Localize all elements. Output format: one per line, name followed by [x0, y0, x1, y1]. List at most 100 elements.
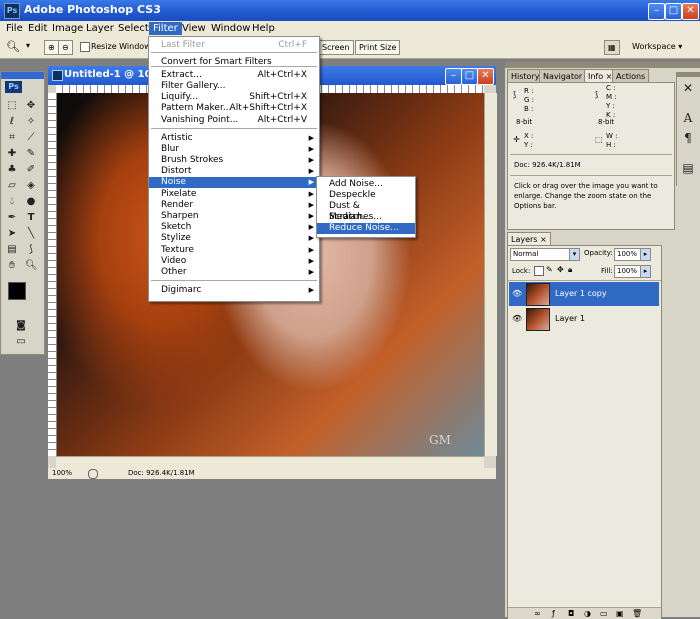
noise-menu-item-dust-scratches[interactable]: Dust & Scratches...	[317, 201, 415, 222]
magic-wand-tool-icon[interactable]: ✧	[25, 116, 37, 128]
filter-menu-item-blur[interactable]: Blur ▶	[149, 144, 319, 155]
doc-close-button[interactable]: ✕	[477, 68, 494, 85]
filter-menu-item-texture[interactable]: Texture ▶	[149, 245, 319, 256]
hand-tool-icon[interactable]: ✋︎	[6, 260, 18, 272]
filter-menu-item-pattern-maker[interactable]: Pattern Maker... Alt+Shift+Ctrl+X	[149, 103, 319, 114]
layer-row-layer-1[interactable]: 👁︎ Layer 1	[509, 307, 659, 331]
filter-menu-item-convert-for-smart-filters[interactable]: Convert for Smart Filters	[149, 57, 319, 68]
noise-menu-item-median[interactable]: Median...	[317, 212, 415, 223]
marquee-tool-icon[interactable]: ⬚	[6, 100, 18, 112]
filter-menu-item-artistic[interactable]: Artistic ▶	[149, 133, 319, 144]
workspace-menu[interactable]: Workspace ▾	[632, 42, 682, 51]
resize-windows-checkbox[interactable]	[80, 42, 90, 52]
menu-view[interactable]: View	[178, 22, 210, 35]
blur-tool-icon[interactable]: 💧︎	[6, 196, 18, 208]
quick-mask-icon[interactable]: ◙	[15, 320, 27, 332]
layer-style-icon[interactable]: ƒ	[552, 608, 555, 619]
opacity-slider-icon[interactable]: ▸	[640, 248, 651, 261]
minimize-button[interactable]: –	[648, 3, 665, 20]
layer-mask-icon[interactable]: ◘	[568, 608, 574, 619]
tab-history[interactable]: History	[507, 69, 544, 83]
noise-menu-item-reduce-noise[interactable]: Reduce Noise...	[317, 223, 415, 234]
filter-menu-item-render[interactable]: Render ▶	[149, 200, 319, 211]
filter-menu-item-vanishing-point[interactable]: Vanishing Point... Alt+Ctrl+V	[149, 115, 319, 126]
noise-menu-item-despeckle[interactable]: Despeckle	[317, 190, 415, 201]
paragraph-panel-icon[interactable]: ¶	[682, 132, 694, 144]
delete-layer-icon[interactable]: 🗑︎	[632, 608, 642, 619]
filter-menu-item-sharpen[interactable]: Sharpen ▶	[149, 211, 319, 222]
vertical-scrollbar[interactable]	[484, 93, 497, 456]
visibility-eye-icon[interactable]: 👁︎	[512, 289, 522, 298]
type-tool-icon[interactable]: T	[25, 212, 37, 224]
menu-select[interactable]: Select	[114, 22, 153, 35]
path-selection-tool-icon[interactable]: ➤	[6, 228, 18, 240]
menu-help[interactable]: Help	[248, 22, 279, 35]
clone-stamp-tool-icon[interactable]: ♣	[6, 164, 18, 176]
lock-pixels-icon[interactable]: ✎	[546, 265, 553, 274]
lock-position-icon[interactable]: ✥	[557, 265, 564, 274]
zoom-level[interactable]: 100%	[52, 468, 72, 479]
paint-bucket-tool-icon[interactable]: ◈	[25, 180, 37, 192]
chevron-down-icon[interactable]: ▾	[569, 248, 580, 261]
zoom-out-icon[interactable]: ⊖	[58, 40, 73, 55]
tools-palette-header[interactable]	[1, 72, 44, 79]
lock-transparency-icon[interactable]	[534, 266, 544, 276]
fill-input[interactable]: 100%	[614, 265, 642, 278]
tab-layers[interactable]: Layers ×	[507, 232, 551, 246]
brushes-icon[interactable]: ▦	[604, 40, 620, 55]
link-layers-icon[interactable]: ∞	[534, 608, 541, 619]
eraser-tool-icon[interactable]: ▱	[6, 180, 18, 192]
filter-menu-item-stylize[interactable]: Stylize ▶	[149, 233, 319, 244]
filter-menu-item-noise[interactable]: Noise ▶	[149, 177, 319, 188]
chevron-down-icon[interactable]: ▾	[26, 41, 30, 50]
visibility-eye-icon[interactable]: 👁︎	[512, 314, 522, 323]
noise-menu-item-add-noise[interactable]: Add Noise...	[317, 179, 415, 190]
filter-menu-item-liquify[interactable]: Liquify... Shift+Ctrl+X	[149, 92, 319, 103]
character-panel-icon[interactable]: A	[682, 112, 694, 124]
history-brush-tool-icon[interactable]: ✐	[25, 164, 37, 176]
filter-menu-item-last-filter[interactable]: Last Filter Ctrl+F	[149, 40, 319, 51]
healing-brush-tool-icon[interactable]: ✚	[6, 148, 18, 160]
lasso-tool-icon[interactable]: ℓ	[6, 116, 18, 128]
filter-menu-item-other[interactable]: Other ▶	[149, 267, 319, 278]
doc-maximize-button[interactable]: □	[461, 68, 478, 85]
new-layer-icon[interactable]: ▣	[616, 608, 624, 619]
tab-actions[interactable]: Actions	[612, 69, 650, 83]
move-tool-icon[interactable]: ✥	[25, 100, 37, 112]
zoom-in-icon[interactable]: ⊕	[44, 40, 59, 55]
filter-menu-item-filter-gallery[interactable]: Filter Gallery...	[149, 81, 319, 92]
line-tool-icon[interactable]: ╲	[25, 228, 37, 240]
zoom-tool-icon[interactable]: 🔍︎	[6, 40, 20, 53]
zoom-tool-icon[interactable]: 🔍︎	[25, 260, 38, 272]
tools-wrench-icon[interactable]: ✕	[682, 82, 694, 94]
menu-layer[interactable]: Layer	[82, 22, 118, 35]
tab-navigator[interactable]: Navigator	[539, 69, 587, 83]
brush-tool-icon[interactable]: ✎	[25, 148, 37, 160]
print-size-button[interactable]: Print Size	[355, 40, 401, 55]
filter-menu-item-brush-strokes[interactable]: Brush Strokes ▶	[149, 155, 319, 166]
slice-tool-icon[interactable]: ⟋	[25, 132, 37, 144]
crop-tool-icon[interactable]: ⌗	[6, 132, 18, 144]
close-button[interactable]: ✕	[682, 3, 699, 20]
filter-menu-item-video[interactable]: Video ▶	[149, 256, 319, 267]
pen-tool-icon[interactable]: ✒	[6, 212, 18, 224]
filter-menu-item-pixelate[interactable]: Pixelate ▶	[149, 189, 319, 200]
photoshop-logo-icon[interactable]: Ps	[5, 81, 22, 93]
status-menu-icon[interactable]	[88, 469, 98, 479]
doc-minimize-button[interactable]: –	[445, 68, 462, 85]
menu-filter[interactable]: Filter	[149, 22, 182, 35]
filter-menu-item-extract[interactable]: Extract... Alt+Ctrl+X	[149, 70, 319, 81]
adjustment-layer-icon[interactable]: ◑	[584, 608, 591, 619]
opacity-input[interactable]: 100%	[614, 248, 642, 261]
notes-tool-icon[interactable]: ▤	[6, 244, 18, 256]
vertical-ruler[interactable]	[48, 93, 57, 456]
lock-all-icon[interactable]: 🔒︎	[568, 265, 572, 275]
fill-slider-icon[interactable]: ▸	[640, 265, 651, 278]
fit-screen-button[interactable]: Screen	[318, 40, 354, 55]
screen-mode-icon[interactable]: ▭	[15, 336, 27, 348]
strip-header[interactable]	[677, 72, 700, 77]
filter-menu-item-digimarc[interactable]: Digimarc ▶	[149, 285, 319, 296]
foreground-color-swatch[interactable]	[8, 282, 26, 300]
maximize-button[interactable]: □	[665, 3, 682, 20]
new-group-icon[interactable]: ▭	[600, 608, 608, 619]
